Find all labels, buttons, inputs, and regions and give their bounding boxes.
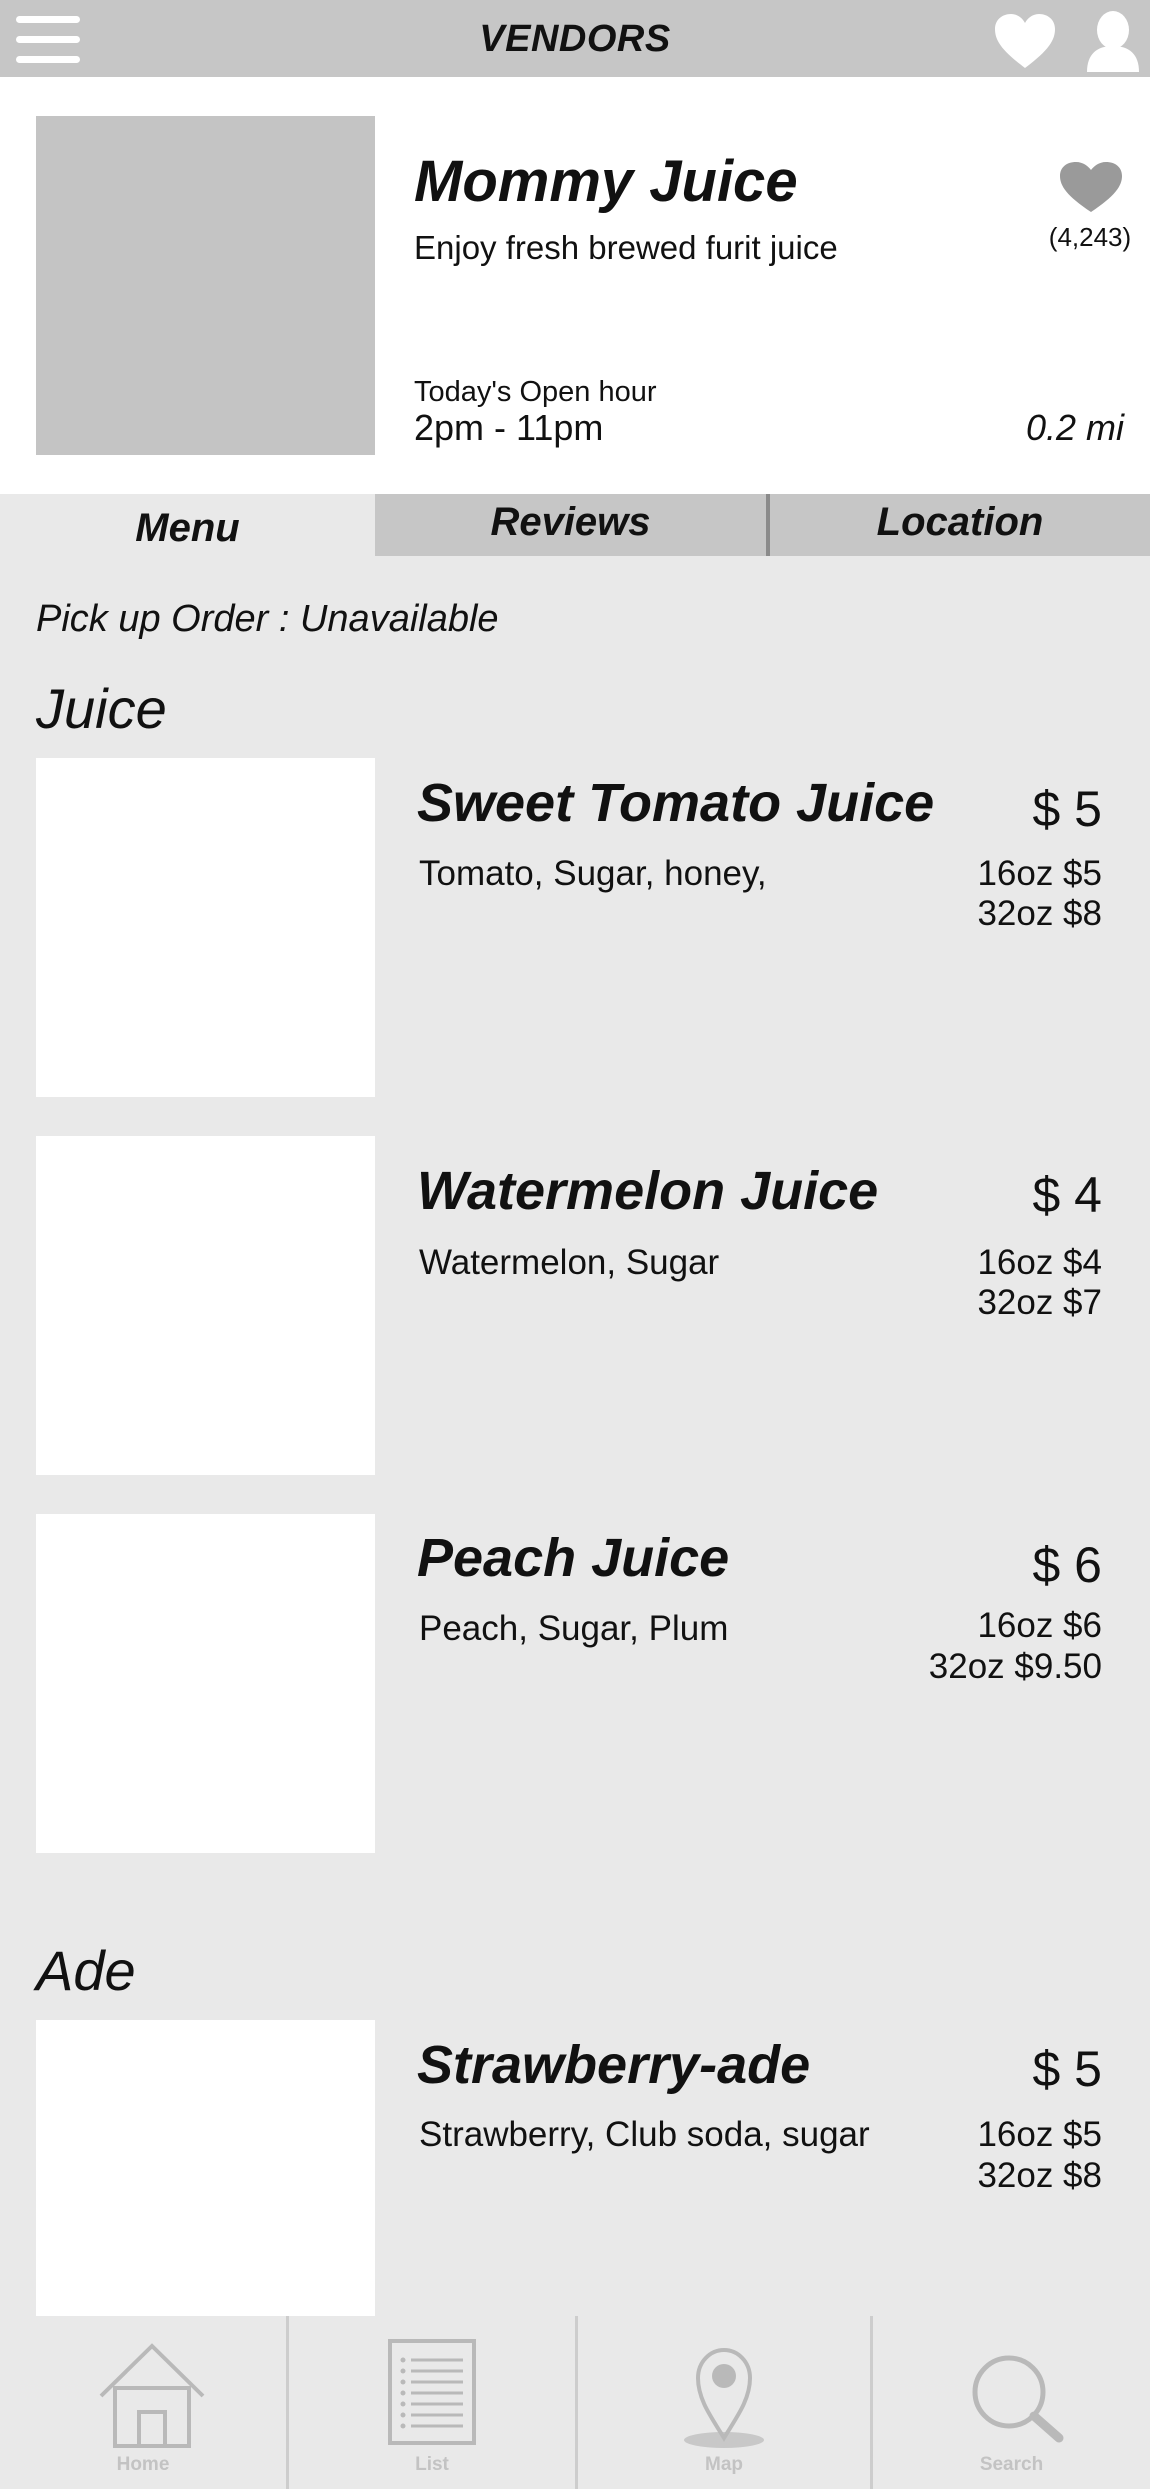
nav-map[interactable]: Map <box>578 2316 870 2489</box>
bottom-navigation: Home List Map Search <box>0 2316 1150 2489</box>
menu-item-price: $ 5 <box>1032 2041 1102 2097</box>
vendor-image-placeholder <box>36 116 375 455</box>
nav-search-label: Search <box>979 2454 1044 2475</box>
tab-location[interactable]: Location <box>770 494 1150 556</box>
favorites-heart-icon[interactable] <box>993 12 1057 70</box>
menu-item-price: $ 6 <box>1032 1537 1102 1593</box>
nav-search[interactable]: Search <box>873 2316 1150 2489</box>
vendor-tagline: Enjoy fresh brewed furit juice <box>414 229 838 266</box>
menu-item-name[interactable]: Watermelon Juice <box>417 1160 878 1222</box>
menu-item-name[interactable]: Peach Juice <box>417 1527 729 1589</box>
menu-item-image[interactable] <box>36 1514 375 1853</box>
vendor-name: Mommy Juice <box>414 149 798 214</box>
tab-menu[interactable]: Menu <box>0 494 375 556</box>
menu-item-ingredients: Strawberry, Club soda, sugar <box>419 2115 870 2154</box>
menu-item-ingredients: Watermelon, Sugar <box>419 1243 720 1282</box>
tab-menu-label: Menu <box>135 506 240 550</box>
menu-item-size-price: 16oz $5 <box>977 2115 1102 2154</box>
map-pin-icon <box>684 2347 764 2448</box>
menu-item-size-price: 32oz $9.50 <box>928 1647 1102 1686</box>
menu-item-price: $ 4 <box>1032 1167 1102 1223</box>
tab-reviews[interactable]: Reviews <box>375 494 770 556</box>
profile-icon[interactable] <box>1085 10 1141 72</box>
menu-item-size-price: 16oz $5 <box>977 854 1102 893</box>
menu-item-ingredients: Peach, Sugar, Plum <box>419 1609 729 1648</box>
menu-item-size-price: 32oz $8 <box>977 2156 1102 2195</box>
tab-reviews-label: Reviews <box>490 500 651 544</box>
page-title: VENDORS <box>479 18 671 60</box>
vendor-favorite-heart-icon[interactable] <box>1058 160 1124 214</box>
tab-location-label: Location <box>876 500 1044 544</box>
favorites-count: (4,243) <box>1048 222 1132 252</box>
menu-item-ingredients: Tomato, Sugar, honey, <box>419 854 767 893</box>
nav-home[interactable]: Home <box>0 2316 286 2489</box>
nav-list-label: List <box>415 2454 449 2475</box>
open-hours-value: 2pm - 11pm <box>414 407 604 448</box>
menu-item-price: $ 5 <box>1032 781 1102 837</box>
nav-home-label: Home <box>116 2454 170 2475</box>
nav-list[interactable]: List <box>289 2316 575 2489</box>
menu-item-size-price: 32oz $8 <box>977 894 1102 933</box>
home-icon <box>99 2343 205 2448</box>
section-title-ade: Ade <box>36 1939 136 2002</box>
menu-item-image[interactable] <box>36 1136 375 1475</box>
menu-item-size-price: 16oz $4 <box>977 1243 1102 1282</box>
section-title-juice: Juice <box>36 677 167 740</box>
top-app-bar: VENDORS <box>0 0 1150 77</box>
nav-map-label: Map <box>705 2454 743 2475</box>
menu-item-image[interactable] <box>36 2020 375 2316</box>
open-hours-label: Today's Open hour <box>414 376 657 408</box>
menu-item-size-price: 32oz $7 <box>977 1283 1102 1322</box>
pickup-order-status: Pick up Order : Unavailable <box>36 598 499 640</box>
menu-item-image[interactable] <box>36 758 375 1097</box>
menu-item-size-price: 16oz $6 <box>977 1606 1102 1645</box>
menu-item-name[interactable]: Sweet Tomato Juice <box>417 772 934 834</box>
search-icon <box>972 2355 1064 2443</box>
vendor-distance: 0.2 mi <box>1025 407 1124 448</box>
list-icon <box>388 2339 476 2445</box>
menu-item-name[interactable]: Strawberry-ade <box>417 2034 810 2096</box>
